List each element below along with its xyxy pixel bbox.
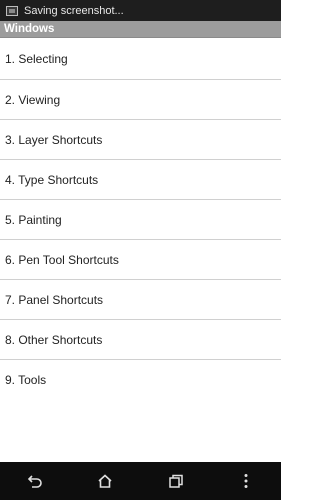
list-item-label: 6. Pen Tool Shortcuts — [5, 252, 119, 267]
list-item-label: 8. Other Shortcuts — [5, 332, 103, 347]
home-button[interactable] — [85, 462, 125, 500]
overflow-menu-button[interactable] — [226, 462, 266, 500]
list-item-label: 2. Viewing — [5, 92, 61, 107]
list-item-tools[interactable]: 9. Tools — [0, 360, 281, 400]
shortcut-category-list: 1. Selecting 2. Viewing 3. Layer Shortcu… — [0, 38, 281, 400]
list-item-label: 4. Type Shortcuts — [5, 172, 99, 187]
list-item-viewing[interactable]: 2. Viewing — [0, 80, 281, 120]
navigation-bar — [0, 462, 281, 500]
list-item-label: 7. Panel Shortcuts — [5, 292, 104, 307]
list-item-other-shortcuts[interactable]: 8. Other Shortcuts — [0, 320, 281, 360]
list-item-label: 3. Layer Shortcuts — [5, 132, 103, 147]
list-item-selecting[interactable]: 1. Selecting — [0, 38, 281, 80]
page-title: Windows — [4, 23, 55, 35]
list-item-label: 1. Selecting — [5, 51, 68, 66]
list-item-layer-shortcuts[interactable]: 3. Layer Shortcuts — [0, 120, 281, 160]
status-notification-text: Saving screenshot... — [24, 4, 124, 17]
recents-button[interactable] — [156, 462, 196, 500]
title-bar: Windows — [0, 21, 281, 38]
list-item-painting[interactable]: 5. Painting — [0, 200, 281, 240]
list-item-label: 9. Tools — [5, 373, 47, 387]
back-icon — [27, 475, 42, 488]
list-item-label: 5. Painting — [5, 212, 62, 227]
recents-icon — [168, 474, 183, 488]
overflow-menu-icon — [244, 474, 248, 488]
list-item-type-shortcuts[interactable]: 4. Type Shortcuts — [0, 160, 281, 200]
list-item-panel-shortcuts[interactable]: 7. Panel Shortcuts — [0, 280, 281, 320]
screenshot-icon — [6, 5, 18, 16]
status-bar: Saving screenshot... — [0, 0, 281, 21]
back-button[interactable] — [15, 462, 55, 500]
home-icon — [98, 474, 112, 488]
list-item-pen-tool-shortcuts[interactable]: 6. Pen Tool Shortcuts — [0, 240, 281, 280]
